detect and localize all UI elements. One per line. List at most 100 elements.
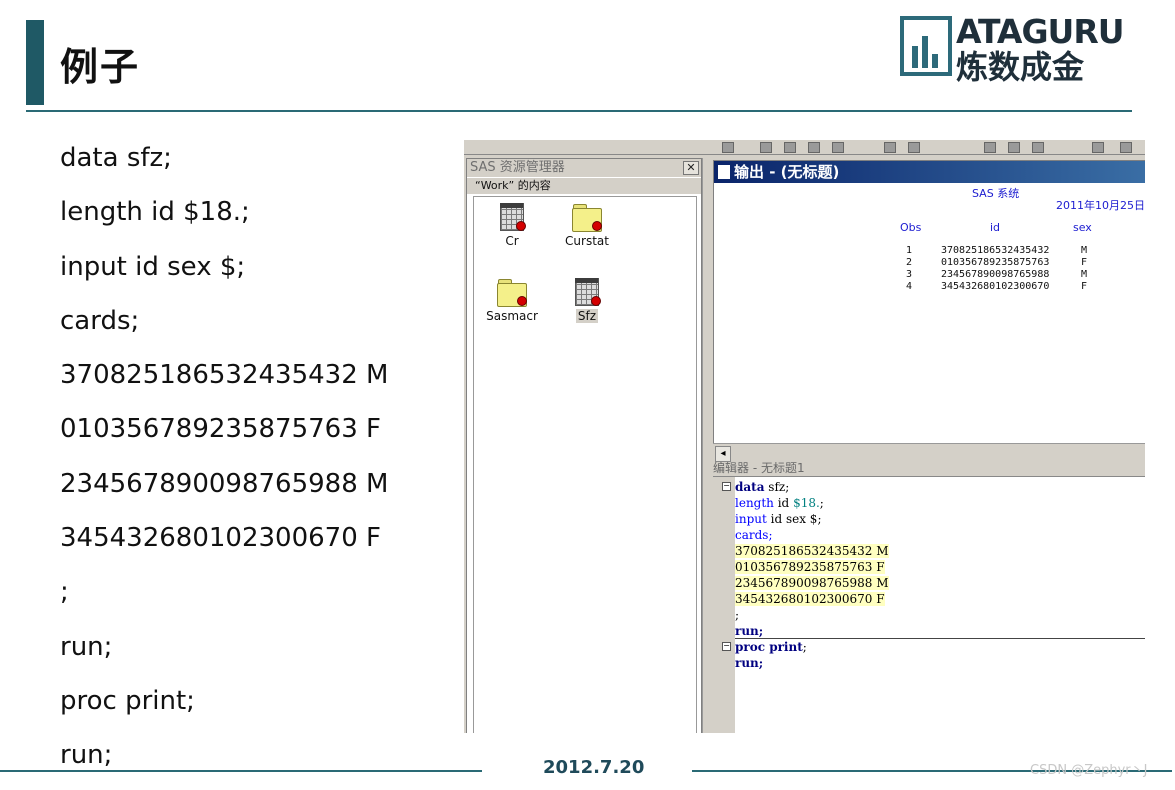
toolbar-button-icon[interactable] — [1092, 142, 1104, 153]
title-accent-bar — [26, 20, 44, 105]
folder-icon — [497, 278, 527, 307]
scroll-left-icon[interactable]: ◂ — [715, 446, 731, 462]
editor-gutter — [713, 477, 735, 733]
toolbar — [464, 140, 1145, 155]
code-line: 345432680102300670 F — [60, 523, 381, 554]
output-window: 输出 - (无标题) SAS 系统 2011年10月25日 Obs id sex… — [713, 160, 1145, 452]
footer-date: 2012.7.20 — [543, 757, 645, 778]
collapse-icon[interactable]: − — [722, 642, 731, 651]
slide-title: 例子 — [60, 45, 141, 89]
library-item-label: Curstat — [565, 234, 609, 248]
code-line: length id $18.; — [60, 197, 250, 228]
program-editor[interactable]: − − data sfz; length id $18.; input id s… — [713, 477, 1145, 733]
code-line: data sfz; — [60, 143, 172, 173]
editor-line: proc print; — [735, 639, 889, 655]
editor-line: 345432680102300670 F — [735, 591, 889, 607]
editor-line: 010356789235875763 F — [735, 559, 889, 575]
output-title-bar: 输出 - (无标题) — [714, 161, 1145, 183]
toolbar-button-icon[interactable] — [808, 142, 820, 153]
explorer-subtitle-bar: “Work” 的内容 — [467, 178, 701, 194]
toolbar-button-icon[interactable] — [884, 142, 896, 153]
collapse-icon[interactable]: − — [722, 482, 731, 491]
toolbar-button-icon[interactable] — [832, 142, 844, 153]
editor-title: 编辑器 - 无标题1 — [713, 462, 805, 475]
sex-cell: F — [1081, 281, 1088, 292]
id-cell: 345432680102300670 — [941, 281, 1050, 292]
keyword: proc print — [735, 640, 803, 654]
close-icon[interactable]: ✕ — [683, 161, 699, 175]
editor-line: 370825186532435432 M — [735, 543, 889, 559]
code-line: proc print; — [60, 685, 195, 716]
editor-title-bar: 编辑器 - 无标题1 — [713, 462, 1145, 477]
library-item-label: Cr — [505, 234, 519, 248]
editor-line: cards; — [735, 528, 773, 542]
toolbar-button-icon[interactable] — [984, 142, 996, 153]
toolbar-button-icon[interactable] — [784, 142, 796, 153]
editor-line: length id $18.; — [735, 495, 889, 511]
library-item-cr[interactable]: Cr — [477, 203, 547, 248]
ataguru-logo: ATAGURU 炼数成金 — [900, 12, 1140, 86]
datalines-text: 345432680102300670 F — [735, 592, 885, 606]
explorer-title: SAS 资源管理器 — [470, 160, 565, 175]
library-item-label: Sasmacr — [486, 309, 538, 323]
code-line: run; — [60, 631, 113, 662]
toolbar-button-icon[interactable] — [722, 142, 734, 153]
table-icon — [498, 203, 526, 231]
title-divider — [26, 110, 1132, 112]
column-header-sex: sex — [1073, 221, 1092, 234]
keyword: length — [735, 496, 774, 510]
sas-window-screenshot: SAS 资源管理器 ✕ “Work” 的内容 Cr Curstat Sasmac… — [464, 140, 1145, 733]
id-cell: 234567890098765988 — [941, 269, 1050, 280]
toolbar-button-icon[interactable] — [760, 142, 772, 153]
obs-cell: 2 — [906, 257, 913, 268]
obs-cell: 1 — [906, 245, 913, 256]
obs-cell: 3 — [906, 269, 913, 280]
logo-text-cn: 炼数成金 — [956, 48, 1085, 86]
code-text: ; — [819, 496, 824, 510]
editor-line: input id sex $; — [735, 511, 889, 527]
code-line: cards; — [60, 305, 140, 336]
editor-line: run; — [735, 624, 764, 638]
bar-chart-logo-icon — [900, 16, 952, 76]
toolbar-button-icon[interactable] — [1008, 142, 1020, 153]
datalines-text: 234567890098765988 M — [735, 576, 889, 590]
code-text: id — [773, 496, 794, 510]
column-header-id: id — [990, 221, 1001, 234]
toolbar-button-icon[interactable] — [1120, 142, 1132, 153]
output-horizontal-scrollbar[interactable]: ◂ — [713, 443, 1145, 462]
sas-explorer-panel: SAS 资源管理器 ✕ “Work” 的内容 Cr Curstat Sasmac… — [466, 158, 702, 733]
step-separator — [735, 638, 1145, 639]
keyword: input — [735, 512, 767, 526]
library-item-curstat[interactable]: Curstat — [552, 203, 622, 248]
editor-line: data sfz; — [735, 479, 889, 495]
toolbar-button-icon[interactable] — [908, 142, 920, 153]
output-title: 输出 - (无标题) — [734, 163, 840, 181]
sex-cell: M — [1081, 269, 1088, 280]
panel-splitter[interactable] — [702, 158, 713, 733]
code-line: ; — [60, 577, 69, 608]
code-text: ; — [802, 640, 807, 654]
id-cell: 370825186532435432 — [941, 245, 1050, 256]
sex-cell: M — [1081, 245, 1088, 256]
code-line: 370825186532435432 M — [60, 360, 389, 391]
format-literal: $18. — [793, 496, 820, 510]
watermark: CSDN @Zephyr丶J — [1030, 763, 1148, 778]
library-item-sfz[interactable]: Sfz — [552, 278, 622, 323]
output-system-label: SAS 系统 — [972, 187, 1020, 200]
footer-rule-left — [0, 770, 482, 772]
explorer-title-bar: SAS 资源管理器 ✕ — [467, 159, 701, 177]
sas-code-listing: data sfz; length id $18.; input id sex $… — [60, 138, 388, 790]
code-line: run; — [60, 740, 113, 771]
code-text: id sex $; — [766, 512, 822, 526]
toolbar-button-icon[interactable] — [1032, 142, 1044, 153]
editor-line: 234567890098765988 M — [735, 575, 889, 591]
library-item-sasmacr[interactable]: Sasmacr — [477, 278, 547, 323]
output-date: 2011年10月25日 — [1056, 199, 1145, 212]
output-window-icon — [718, 165, 730, 179]
id-cell: 010356789235875763 — [941, 257, 1050, 268]
code-line: 234567890098765988 M — [60, 468, 389, 499]
obs-cell: 4 — [906, 281, 913, 292]
editor-line: ; — [735, 608, 740, 622]
editor-line: run; — [735, 656, 764, 670]
table-icon — [573, 278, 601, 306]
